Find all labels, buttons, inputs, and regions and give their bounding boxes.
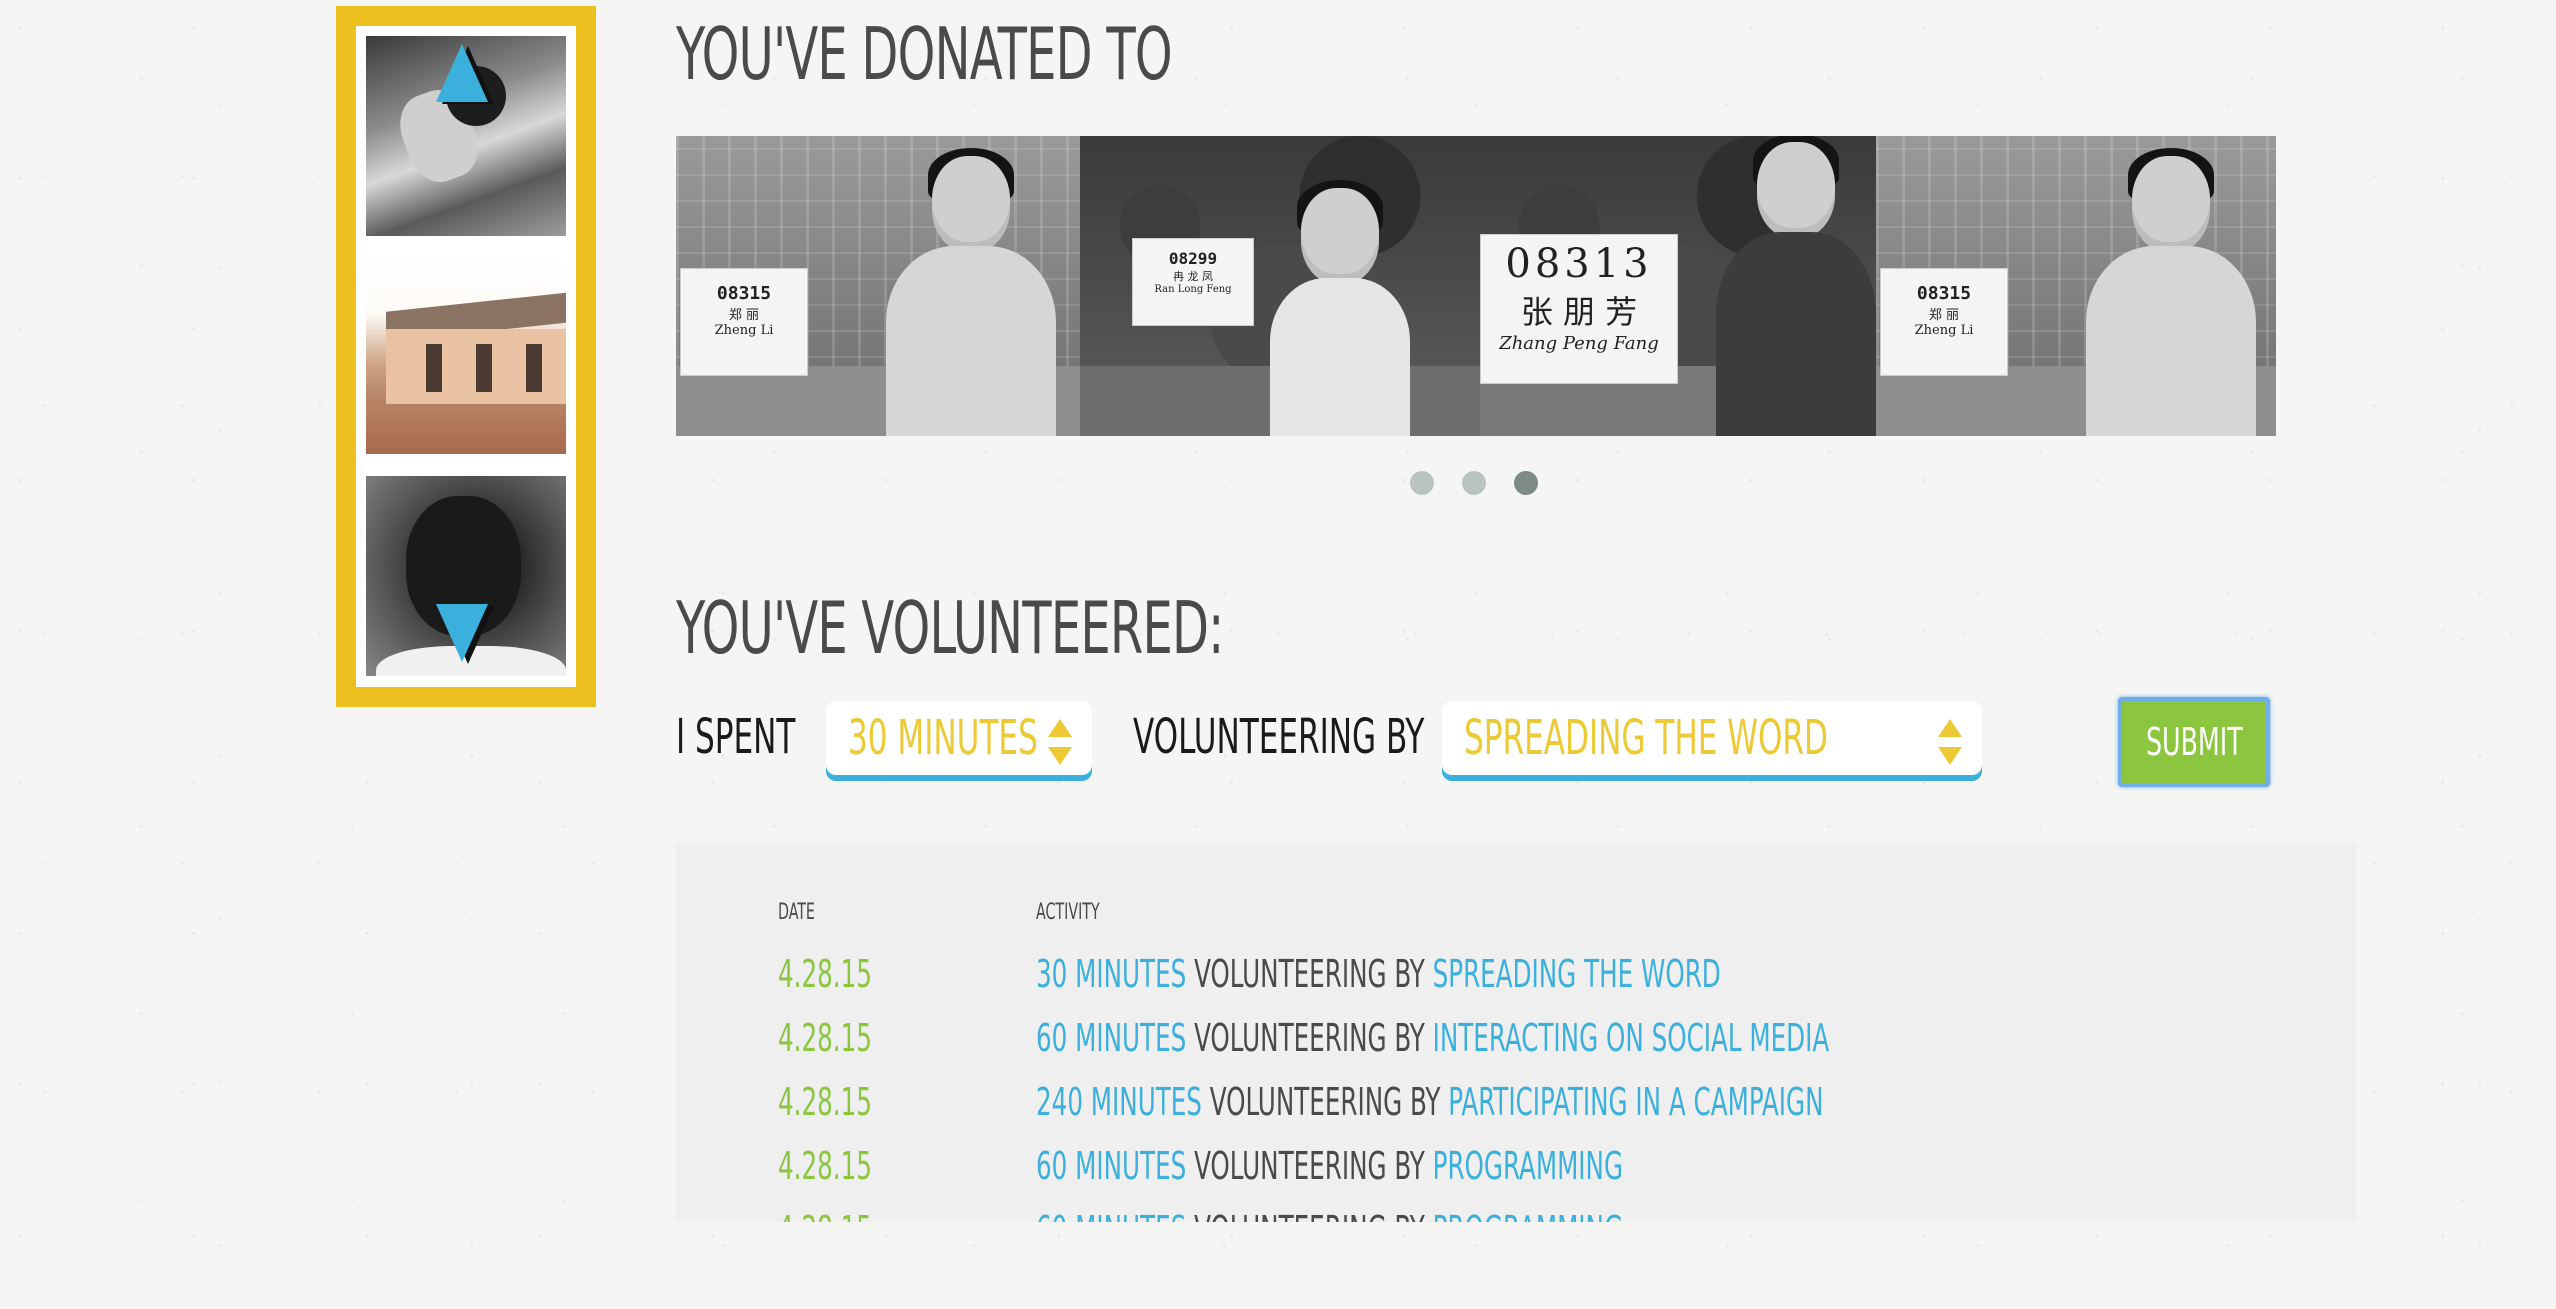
thumbnail-image-2[interactable]	[366, 254, 566, 454]
up-down-stepper-icon[interactable]	[1938, 719, 1962, 765]
log-row-activity-name: PARTICIPATING IN A CAMPAIGN	[1448, 1080, 1824, 1124]
activity-select[interactable]: SPREADING THE WORD	[1442, 701, 1982, 781]
log-row-connector: VOLUNTEERING BY	[1194, 952, 1425, 996]
log-row-activity: 60 MINUTES VOLUNTEERING BY PROGRAMMING	[1036, 1208, 1851, 1222]
carousel-dot-2[interactable]	[1462, 471, 1486, 495]
carousel-person	[1716, 136, 1876, 436]
carousel-slide[interactable]: 08299 冉 龙 凤 Ran Long Feng	[1080, 136, 1480, 436]
log-row-connector: VOLUNTEERING BY	[1194, 1016, 1425, 1060]
log-row-date: 4.28.15	[778, 1208, 908, 1222]
carousel-dot-1[interactable]	[1410, 471, 1434, 495]
log-row-activity: 60 MINUTES VOLUNTEERING BY PROGRAMMING	[1036, 1144, 1851, 1188]
carousel-sign: 08313 张 朋 芳 Zhang Peng Fang	[1480, 234, 1678, 384]
carousel-slide[interactable]: 08315 郑 丽 Zheng Li	[1876, 136, 2276, 436]
donation-carousel[interactable]: 08315 郑 丽 Zheng Li 08299 冉 龙 凤 Ran Long …	[676, 136, 2276, 436]
log-row-minutes: 30 MINUTES	[1036, 952, 1187, 996]
carousel-sign: 08315 郑 丽 Zheng Li	[680, 268, 808, 376]
submit-button[interactable]: SUBMIT	[2118, 697, 2270, 787]
column-header-date: DATE	[778, 900, 815, 925]
log-row-activity: 240 MINUTES VOLUNTEERING BY PARTICIPATIN…	[1036, 1080, 2130, 1124]
log-row-minutes: 60 MINUTES	[1036, 1016, 1187, 1060]
column-header-activity: ACTIVITY	[1036, 900, 1100, 925]
carousel-person	[886, 148, 1056, 436]
log-row: 4.28.15 60 MINUTES VOLUNTEERING BY INTER…	[676, 1016, 2356, 1066]
log-row-activity: 30 MINUTES VOLUNTEERING BY SPREADING THE…	[1036, 952, 1987, 996]
volunteered-heading: YOU'VE VOLUNTEERED:	[676, 586, 1224, 670]
log-row-connector: VOLUNTEERING BY	[1194, 1208, 1425, 1222]
activity-select-value: SPREADING THE WORD	[1464, 710, 1828, 766]
carousel-slide[interactable]: 08315 郑 丽 Zheng Li	[676, 136, 1080, 436]
i-spent-label: I SPENT	[676, 709, 796, 765]
carousel-person	[2086, 148, 2256, 436]
carousel-sign: 08315 郑 丽 Zheng Li	[1880, 268, 2008, 376]
log-row-connector: VOLUNTEERING BY	[1194, 1144, 1425, 1188]
donated-heading: YOU'VE DONATED TO	[676, 12, 1173, 96]
carousel-slide[interactable]: 08313 张 朋 芳 Zhang Peng Fang	[1480, 136, 1876, 436]
log-row-activity-name: PROGRAMMING	[1432, 1144, 1624, 1188]
log-row: 4.28.15 60 MINUTES VOLUNTEERING BY PROGR…	[676, 1208, 2356, 1222]
minutes-select[interactable]: 30 MINUTES	[826, 701, 1092, 781]
scroll-up-icon[interactable]	[436, 44, 488, 102]
log-row-minutes: 60 MINUTES	[1036, 1208, 1186, 1222]
log-row: 4.28.15 240 MINUTES VOLUNTEERING BY PART…	[676, 1080, 2356, 1130]
log-row-date: 4.28.15	[778, 1016, 872, 1060]
carousel-person	[1270, 180, 1410, 436]
log-row-date: 4.28.15	[778, 952, 872, 996]
log-row-date: 4.28.15	[778, 1144, 872, 1188]
log-row: 4.28.15 30 MINUTES VOLUNTEERING BY SPREA…	[676, 952, 2356, 1002]
carousel-sign: 08299 冉 龙 凤 Ran Long Feng	[1132, 238, 1254, 326]
log-row-date: 4.28.15	[778, 1080, 872, 1124]
log-row-connector: VOLUNTEERING BY	[1209, 1080, 1441, 1124]
minutes-select-value: 30 MINUTES	[848, 710, 1038, 766]
carousel-dot-3[interactable]	[1514, 471, 1538, 495]
up-down-stepper-icon[interactable]	[1048, 719, 1072, 765]
scroll-down-icon[interactable]	[436, 604, 488, 662]
thumbnail-rail	[336, 6, 596, 707]
log-row-minutes: 60 MINUTES	[1036, 1144, 1187, 1188]
volunteer-log-table[interactable]: DATE ACTIVITY 4.28.15 30 MINUTES VOLUNTE…	[676, 842, 2356, 1222]
log-row-activity: 60 MINUTES VOLUNTEERING BY INTERACTING O…	[1036, 1016, 2138, 1060]
log-row-activity-name: SPREADING THE WORD	[1432, 952, 1721, 996]
log-row: 4.28.15 60 MINUTES VOLUNTEERING BY PROGR…	[676, 1144, 2356, 1194]
log-row-activity-name: INTERACTING ON SOCIAL MEDIA	[1432, 1016, 1830, 1060]
log-row-minutes: 240 MINUTES	[1036, 1080, 1202, 1124]
log-row-activity-name: PROGRAMMING	[1433, 1208, 1623, 1222]
